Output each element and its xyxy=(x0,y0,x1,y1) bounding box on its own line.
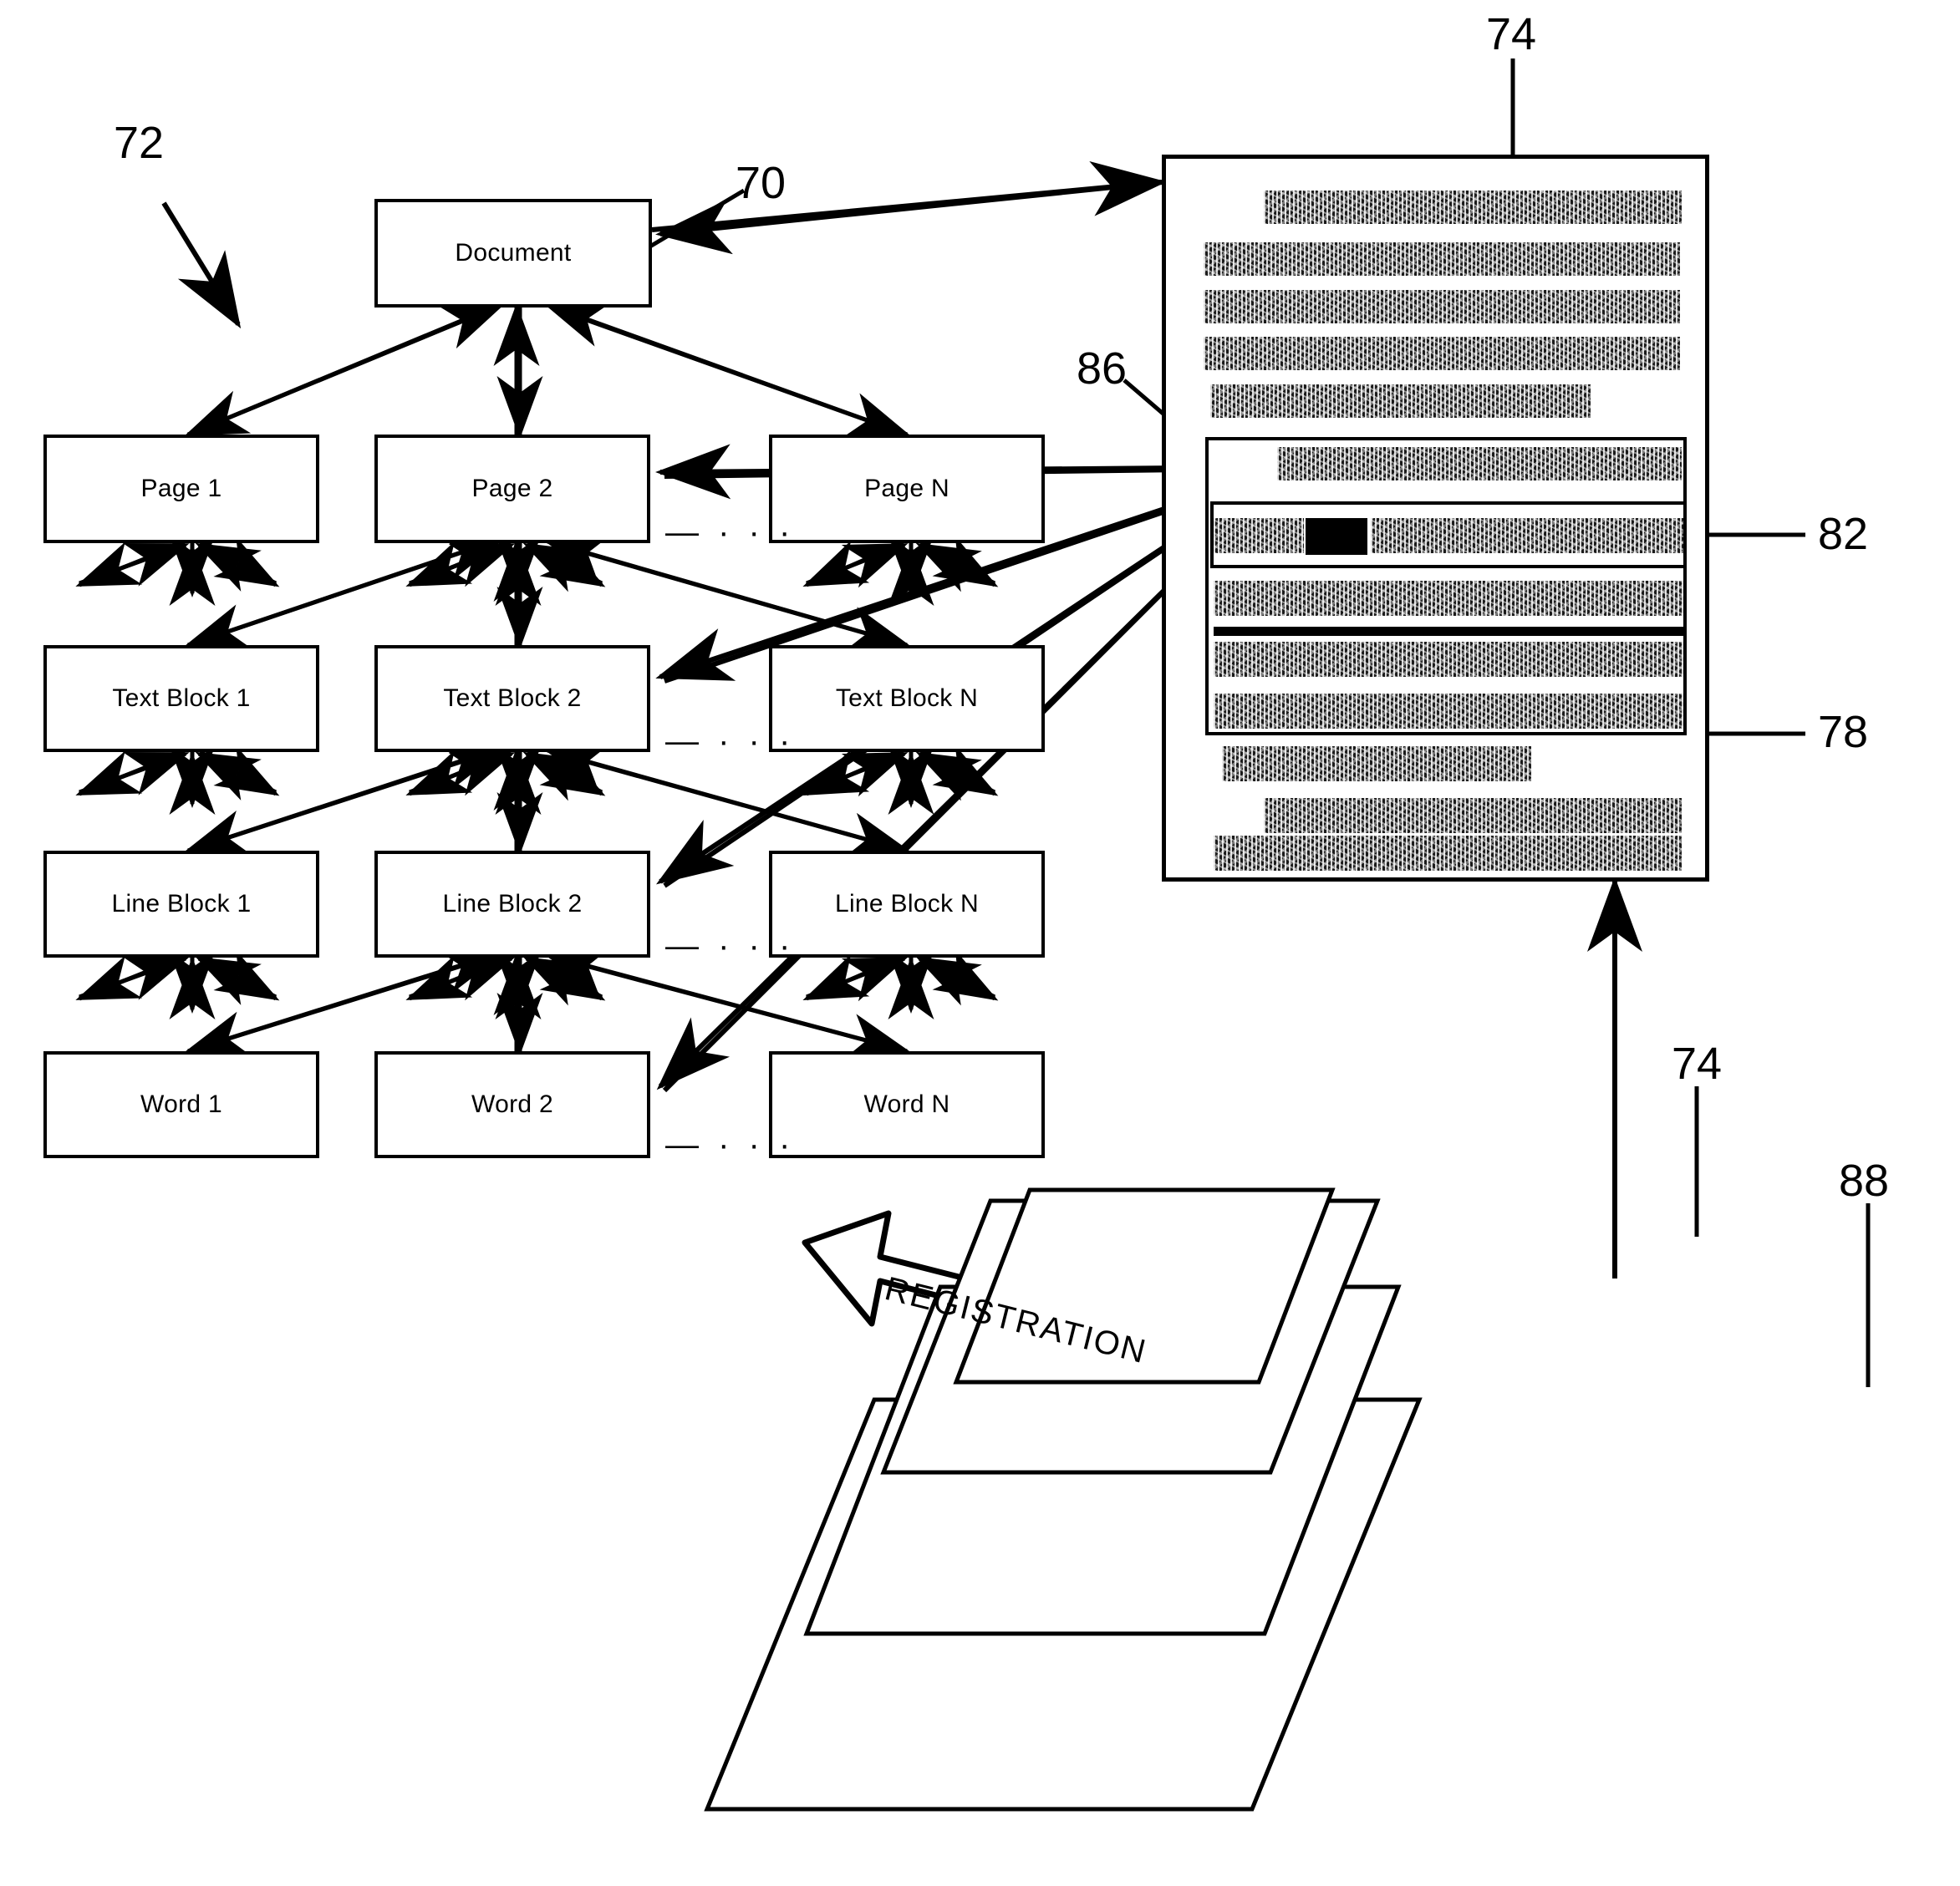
page-image-text-line-8 xyxy=(1214,642,1683,677)
edge-page1-fan-right-up xyxy=(195,542,277,592)
edge-tb1-fan-right-up xyxy=(195,751,277,801)
page-image-line-block-word-b xyxy=(1371,518,1683,553)
edge-page1-document xyxy=(187,302,506,437)
node-text-block-2[interactable]: Text Block 2 xyxy=(374,645,650,752)
edge-lineblock1-tb2 xyxy=(187,745,506,853)
node-line-block-2[interactable]: Line Block 2 xyxy=(374,851,650,958)
edge-pageN-document xyxy=(543,302,908,437)
page-image-text-line-10 xyxy=(1222,746,1531,781)
leader-70 xyxy=(647,188,746,250)
node-word-1[interactable]: Word 1 xyxy=(43,1051,319,1158)
node-line-block-n[interactable]: Line Block N xyxy=(769,851,1045,958)
page-image-thin-rule xyxy=(1214,627,1683,636)
page-image-text-line-9 xyxy=(1214,694,1683,729)
node-text-block-2-label: Text Block 2 xyxy=(443,684,582,712)
node-page-n[interactable]: Page N xyxy=(769,435,1045,543)
ref-numeral-78: 78 xyxy=(1818,707,1869,757)
node-line-block-2-label: Line Block 2 xyxy=(442,890,583,918)
edge-lb1-fan-left-up xyxy=(79,956,190,1000)
ref-numeral-82: 82 xyxy=(1818,509,1869,559)
node-page-1[interactable]: Page 1 xyxy=(43,435,319,543)
edge-tb2-fan-right-up xyxy=(522,751,603,801)
edge-wordN-lb xyxy=(543,948,908,1054)
node-word-2-label: Word 2 xyxy=(471,1090,553,1118)
node-text-block-n[interactable]: Text Block N xyxy=(769,645,1045,752)
page-image-highlighted-word-86 xyxy=(1306,518,1367,555)
edge-textblock1-page2 xyxy=(187,536,506,648)
node-document-label: Document xyxy=(455,239,572,267)
page-image-text-line-2 xyxy=(1204,242,1680,276)
node-line-block-1[interactable]: Line Block 1 xyxy=(43,851,319,958)
edge-textblockN-page xyxy=(543,535,908,648)
ellipsis-word-row: — · · · xyxy=(665,1126,796,1163)
edge-word1-lb2 xyxy=(187,948,506,1054)
node-word-2[interactable]: Word 2 xyxy=(374,1051,650,1158)
edge-lb1-fan-right-up xyxy=(195,956,277,1005)
ellipsis-text-block-row: — · · · xyxy=(665,723,796,760)
page-image-text-line-11 xyxy=(1264,798,1682,833)
ref-numeral-86: 86 xyxy=(1077,343,1128,394)
node-page-n-label: Page N xyxy=(864,475,949,502)
edge-page1-fan-left-up xyxy=(79,542,190,587)
node-word-n-label: Word N xyxy=(863,1090,950,1118)
page-image-text-line-7 xyxy=(1214,581,1683,616)
image-stack-planes xyxy=(704,1187,1423,1812)
edge-lbN-fan-left-up xyxy=(806,956,909,1002)
page-image-line-block-word-a xyxy=(1214,518,1304,553)
edge-lb2-fan-right-up xyxy=(522,956,603,1006)
node-line-block-1-label: Line Block 1 xyxy=(111,890,252,918)
edge-pageN-fan-left-up xyxy=(806,542,909,588)
ref-numeral-74-top: 74 xyxy=(1486,9,1537,59)
node-line-block-n-label: Line Block N xyxy=(834,890,979,918)
page-image-text-line-5 xyxy=(1210,384,1591,418)
ref-numeral-88: 88 xyxy=(1839,1156,1890,1206)
page-image-text-line-1 xyxy=(1264,191,1682,224)
node-word-n[interactable]: Word N xyxy=(769,1051,1045,1158)
page-image-text-line-6 xyxy=(1277,447,1682,480)
page-image-text-line-3 xyxy=(1204,290,1680,323)
node-document[interactable]: Document xyxy=(374,199,652,308)
ellipsis-page-row: — · · · xyxy=(665,514,796,551)
node-text-block-n-label: Text Block N xyxy=(835,684,979,712)
ref-numeral-74-stack: 74 xyxy=(1672,1039,1723,1089)
page-image-text-line-12 xyxy=(1214,836,1682,871)
node-text-block-1[interactable]: Text Block 1 xyxy=(43,645,319,752)
node-page-2[interactable]: Page 2 xyxy=(374,435,650,543)
leader-72 xyxy=(161,201,242,329)
edge-page2-fan-right-up xyxy=(522,542,603,592)
edge-lbN-fan-right-up xyxy=(915,956,996,1006)
node-word-1-label: Word 1 xyxy=(140,1090,222,1118)
node-text-block-1-label: Text Block 1 xyxy=(112,684,251,712)
node-page-1-label: Page 1 xyxy=(140,475,222,502)
ref-numeral-72: 72 xyxy=(114,118,165,168)
ref-numeral-70: 70 xyxy=(736,158,787,208)
ellipsis-line-block-row: — · · · xyxy=(665,928,796,964)
node-page-2-label: Page 2 xyxy=(471,475,553,502)
page-image-text-line-4 xyxy=(1204,337,1680,370)
edge-tb1-fan-left-up xyxy=(79,751,190,796)
patent-figure: Document Page 1 Page 2 Page N — · · · Te… xyxy=(0,0,1960,1886)
